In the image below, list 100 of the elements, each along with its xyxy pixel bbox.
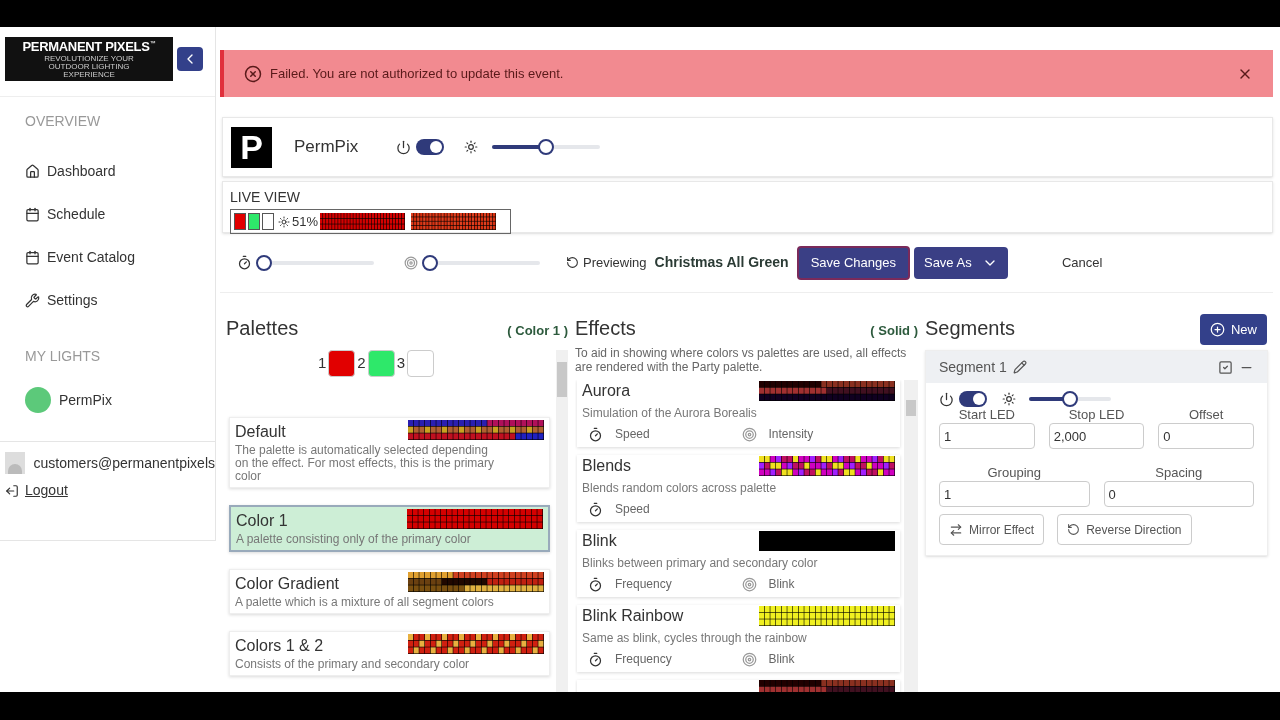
slider-thumb[interactable] [256,254,272,271]
palette-name: Colors 1 & 2 [235,636,324,656]
slider-thumb[interactable] [538,139,555,155]
brightness-icon [464,140,479,154]
palette-card[interactable]: Color 1 A palette consisting only of the primary color [229,505,550,552]
slider-thumb[interactable] [422,254,438,271]
color-number: 2 [357,353,366,374]
color-swatch[interactable] [407,350,434,377]
user-email: customers@permanentpixels [33,453,215,473]
nav-link[interactable]: Schedule [25,193,215,236]
stopwatch-icon [237,255,252,270]
effect-name: Blink Rainbow [582,606,684,626]
cancel-button[interactable]: Cancel [1061,252,1103,273]
effect-name: Aurora [582,381,631,401]
logo-tagline: REVOLUTIONIZE YOUR OUTDOOR LIGHTING EXPERIENCE [43,54,135,79]
segment-button[interactable]: Mirror Effect [939,514,1045,545]
stopwatch-icon [588,576,603,592]
collapse-button[interactable] [177,47,203,71]
segment-button[interactable]: Reverse Direction [1057,514,1192,545]
effects-title: Effects [575,316,636,341]
brightness-icon [1002,392,1016,406]
calendar-icon [25,250,40,265]
logo-title: PERMANENT PIXELS [22,39,150,53]
home-icon [25,164,40,179]
palette-description: Consists of the primary and secondary color [235,658,471,673]
color-swatch[interactable] [328,350,356,377]
logout-link[interactable]: Logout [5,480,215,501]
field-label: Spacing [1155,465,1203,481]
new-segment-button[interactable]: New [1200,314,1267,345]
palette-name: Color Gradient [235,574,340,594]
effect-card[interactable]: Blends Blends random colors across palette Speed [577,455,900,522]
power-icon [939,391,954,407]
save-changes-button[interactable]: Save Changes [796,245,910,280]
save-as-button[interactable]: Save As [913,246,1008,279]
effect-name: Blink [582,531,617,551]
live-view-title: LIVE VIEW [230,190,302,204]
palette-name: Default [235,422,286,442]
device-logo: P [231,126,272,168]
number-field[interactable]: 2,000 [1048,423,1145,449]
palette-card[interactable]: Color Gradient A palette which is a mixture of all segment colors [229,569,550,614]
scrollbar[interactable] [904,380,918,692]
effect-parameter: Intensity [768,426,814,443]
target-icon [741,651,757,667]
calendar-icon [25,207,40,222]
swap-arrows-icon [949,522,963,537]
effect-parameter: Frequency [615,576,672,593]
number-field[interactable]: 0 [1103,481,1254,507]
palettes-title: Palettes [226,316,299,341]
section-heading: MY LIGHTS [25,347,102,366]
pencil-icon[interactable] [1012,360,1027,374]
effect-parameter: Blink [768,651,795,668]
stopwatch-icon [588,501,603,517]
nav-link[interactable]: Event Catalog [25,236,215,279]
slider-thumb[interactable] [1062,391,1078,407]
effect-parameter: Frequency [615,651,672,668]
effect-description: Same as blink, cycles through the rainbow [582,630,808,647]
segments-title: Segments [925,316,1016,341]
power-icon [396,139,412,155]
effects-note: To aid in showing where colors vs palettes are used, all effects are rendered with the Party palette. [575,346,908,374]
nav-link[interactable]: Settings [25,279,215,322]
light-link[interactable]: PermPix [25,387,215,415]
segment-name: Segment 1 [939,357,1007,377]
effect-parameter: Speed [615,426,650,443]
reset-icon [566,256,579,269]
palette-description: A palette which is a mixture of all segment colors [235,596,495,611]
plus-icon [1210,322,1225,337]
color-swatch[interactable] [367,350,395,377]
number-field[interactable]: 0 [1158,423,1254,449]
current-effect: ( Solid ) [870,322,918,340]
palette-card[interactable]: Default The palette is automatically selected depending on the effect. For most effects, this is the primary color [229,417,550,488]
effect-card[interactable]: Aurora Simulation of the Aurora Borealis Speed Intensity [577,380,900,447]
previewing-label: Previewing [583,253,647,272]
number-field[interactable]: 1 [939,481,1090,507]
logout-icon [5,483,19,498]
stopwatch-icon [588,426,603,442]
color-number: 3 [396,353,405,374]
field-label: Offset [1188,407,1224,423]
palette-card[interactable]: Colors 1 & 2 Consists of the primary and secondary color [229,631,550,676]
current-palette: ( Color 1 ) [507,322,568,340]
effect-card[interactable]: Blink Blinks between primary and secondary color Frequency Blink [577,530,900,597]
field-label: Grouping [987,465,1041,481]
effect-parameter: Speed [615,501,650,518]
nav-link[interactable]: Dashboard [25,150,215,193]
scrollbar[interactable] [556,350,568,692]
brightness-icon [278,215,290,228]
wrench-icon [25,293,40,308]
power-toggle[interactable] [959,391,987,407]
effect-description: Simulation of the Aurora Borealis [582,405,758,422]
reverse-icon [1067,523,1081,536]
user-avatar [5,452,26,474]
palette-description: A palette consisting only of the primary color [236,533,472,548]
number-field[interactable]: 1 [939,423,1035,449]
target-icon [404,255,418,270]
power-toggle[interactable] [416,139,445,155]
target-icon [741,426,757,442]
effect-card[interactable]: Blink Rainbow Same as blink, cycles through the rainbow Frequency Blink [577,605,900,672]
brightness-value: 51% [292,212,319,231]
event-name: Christmas All Green [654,253,789,272]
effect-description: Blends random colors across palette [582,480,778,497]
checkbox-icon[interactable] [1218,359,1233,375]
